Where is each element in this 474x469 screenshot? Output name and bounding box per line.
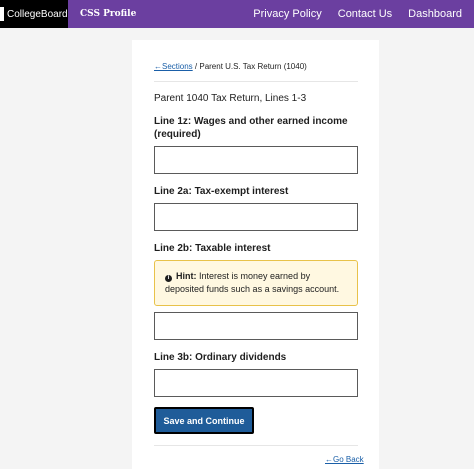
line-2b-label: Line 2b: Taxable interest [154,243,271,254]
line-2a-label: Line 2a: Tax-exempt interest [154,186,289,197]
breadcrumb-current: Parent U.S. Tax Return (1040) [199,62,307,71]
line-3b-label: Line 3b: Ordinary dividends [154,352,287,363]
top-navigation-bar: CollegeBoard CSS Profile Privacy Policy … [0,0,474,28]
nav-dashboard[interactable]: Dashboard [408,8,462,20]
product-name: CSS Profile [80,9,137,19]
line-1z-label: Line 1z: Wages and other earned income (… [154,116,348,140]
breadcrumb-sections-link[interactable]: ←Sections [154,62,193,71]
breadcrumb: ←Sections / Parent U.S. Tax Return (1040… [154,62,307,71]
line-2b-input[interactable] [154,312,358,340]
hint-box: i Hint: Interest is money earned by depos… [154,260,358,306]
line-1z-input[interactable] [154,146,358,174]
header-divider [154,81,358,82]
form-card: ←Sections / Parent U.S. Tax Return (1040… [132,40,379,469]
collegeboard-logo-mark [0,7,4,21]
go-back-link[interactable]: ←Go Back [325,455,364,464]
hint-label: Hint: [176,271,197,281]
nav-privacy-policy[interactable]: Privacy Policy [253,8,321,20]
line-2a-input[interactable] [154,203,358,231]
nav-contact-us[interactable]: Contact Us [338,8,392,20]
footer-divider [154,445,358,446]
section-title: Parent 1040 Tax Return, Lines 1-3 [154,93,307,104]
info-icon: i [165,275,172,282]
save-and-continue-button[interactable]: Save and Continue [154,407,254,434]
brand-name: CollegeBoard [7,8,68,20]
collegeboard-logo[interactable]: CollegeBoard [0,0,68,28]
line-3b-input[interactable] [154,369,358,397]
